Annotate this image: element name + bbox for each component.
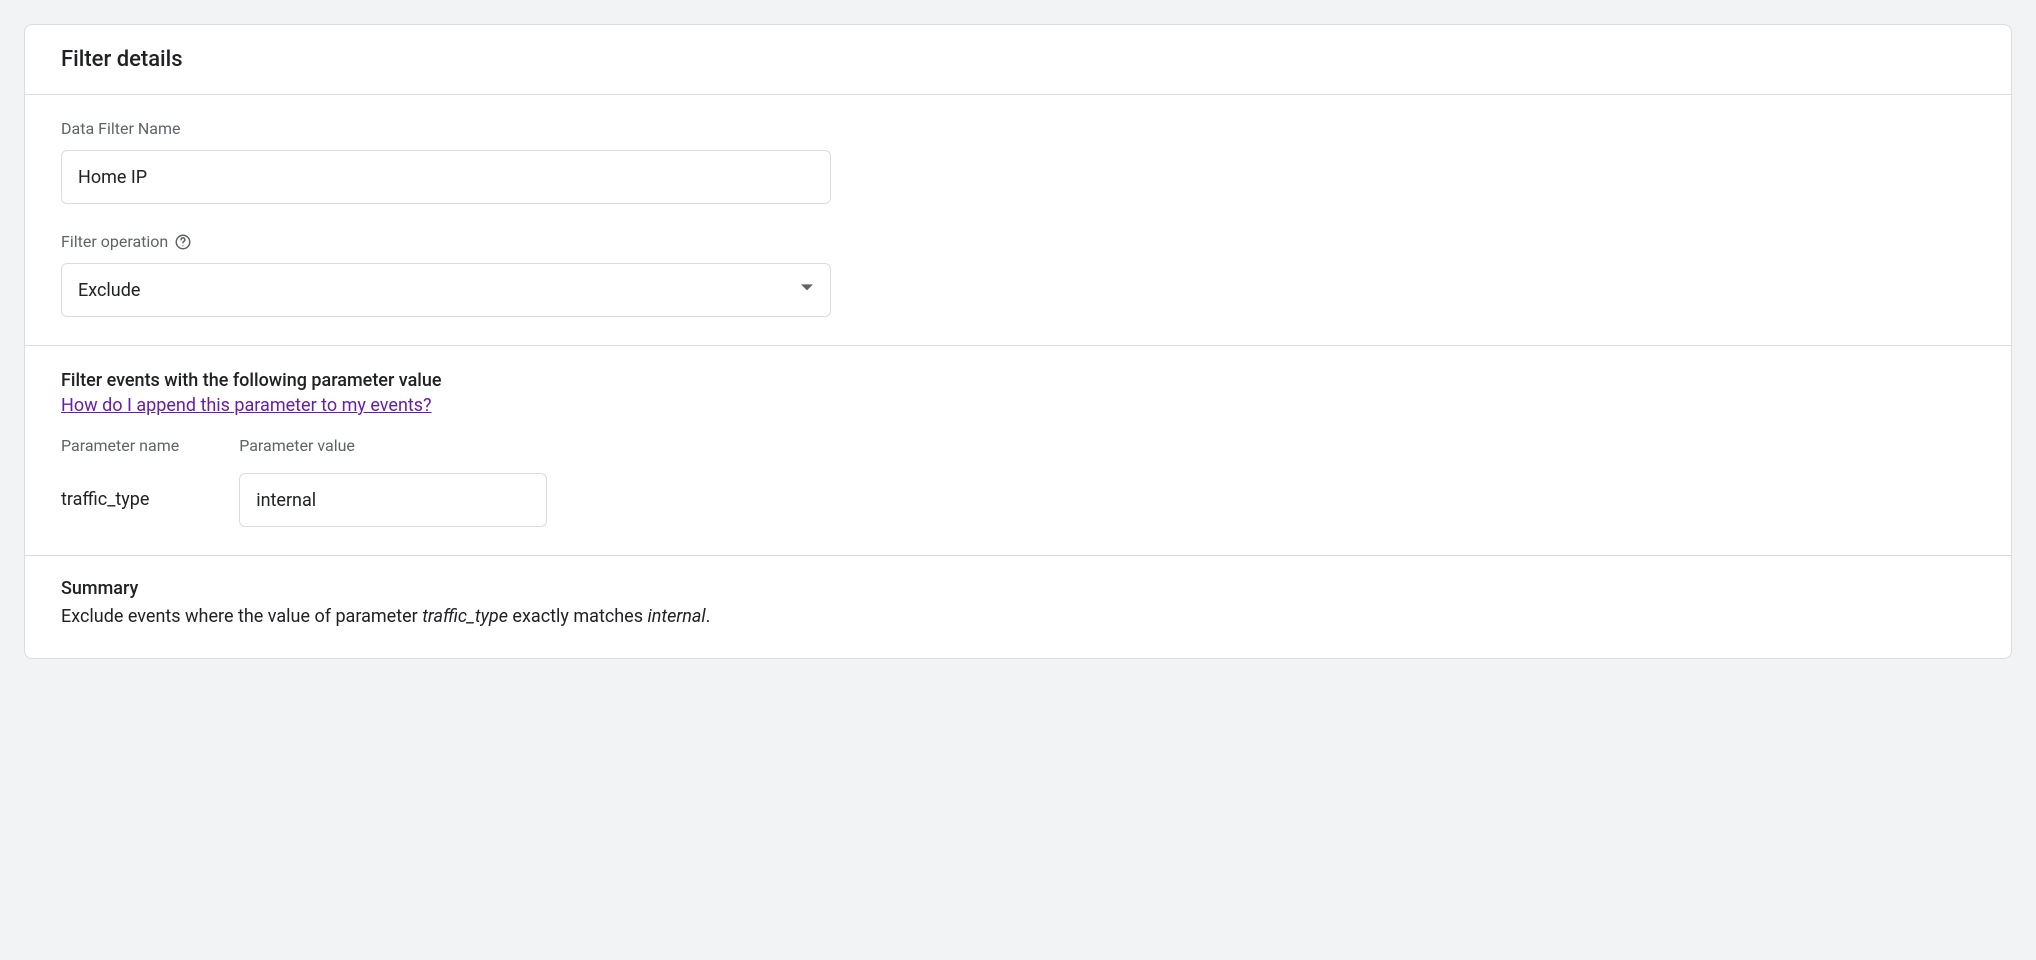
summary-param-name: traffic_type [422,606,508,627]
filter-operation-label-text: Filter operation [61,232,168,251]
filter-name-label: Data Filter Name [61,119,1975,138]
filter-fields-section: Data Filter Name Filter operation Exclud… [25,94,2011,345]
filter-operation-label: Filter operation [61,232,1975,251]
filter-operation-select[interactable]: Exclude [61,263,831,317]
parameter-section: Filter events with the following paramet… [25,345,2011,555]
filter-operation-field: Filter operation Exclude [61,232,1975,317]
summary-title: Summary [61,578,1975,599]
summary-param-value: internal [647,606,705,627]
parameter-name-column: Parameter name traffic_type [61,436,179,527]
parameter-name-label: Parameter name [61,436,179,455]
filter-operation-value: Exclude [78,280,140,301]
filter-name-input[interactable] [61,150,831,204]
card-title: Filter details [61,47,1975,72]
parameter-value-label: Parameter value [239,436,547,455]
append-parameter-help-link[interactable]: How do I append this parameter to my eve… [61,395,432,416]
filter-name-field: Data Filter Name [61,119,1975,204]
help-icon[interactable] [174,233,192,251]
parameter-value-column: Parameter value [239,436,547,527]
filter-details-card: Filter details Data Filter Name Filter o… [24,24,2012,659]
summary-section: Summary Exclude events where the value o… [25,555,2011,658]
parameter-name-value: traffic_type [61,473,179,527]
parameter-row: Parameter name traffic_type Parameter va… [61,436,1975,527]
card-header: Filter details [25,25,2011,94]
parameter-value-input[interactable] [239,473,547,527]
summary-text: Exclude events where the value of parame… [61,603,1975,630]
parameter-heading: Filter events with the following paramet… [61,370,1975,391]
